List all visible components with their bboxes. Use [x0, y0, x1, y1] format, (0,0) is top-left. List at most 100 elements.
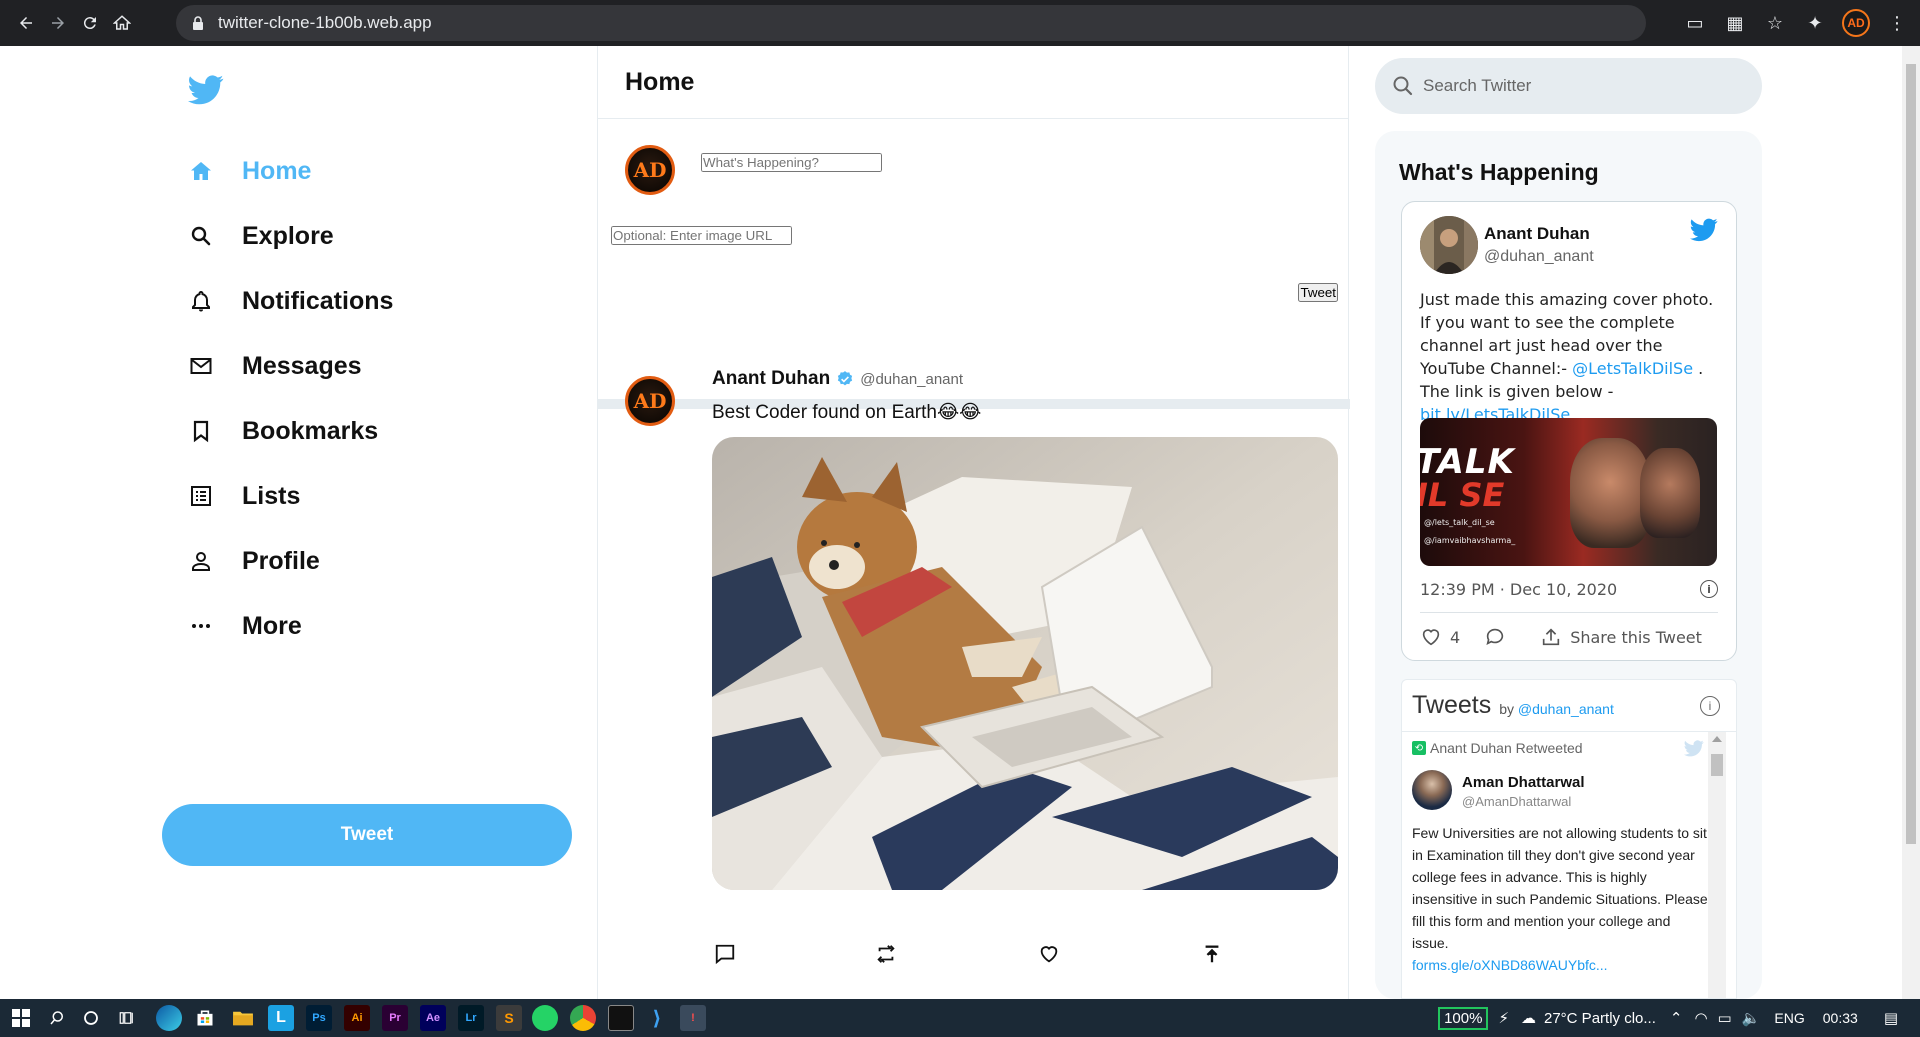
info-icon[interactable]: i	[1700, 580, 1718, 598]
sidebar-item-home[interactable]: Home	[186, 146, 311, 196]
photoshop-icon[interactable]: Ps	[306, 1005, 332, 1031]
clock[interactable]: 00:33	[1823, 1010, 1858, 1026]
timeline-handle-link[interactable]: @duhan_anant	[1518, 701, 1614, 717]
lightshot-icon[interactable]: L	[268, 1005, 294, 1031]
sidebar-item-explore[interactable]: Explore	[186, 211, 334, 261]
cortana-icon[interactable]	[78, 1005, 104, 1031]
sidebar-item-label: Home	[242, 156, 312, 185]
twitter-logo-icon[interactable]	[188, 74, 224, 110]
cast-icon[interactable]: ▭	[1682, 10, 1708, 36]
embed-author-handle[interactable]: @duhan_anant	[1484, 248, 1594, 266]
pinned-app-icon[interactable]: !	[680, 1005, 706, 1031]
upload-icon[interactable]	[1540, 626, 1562, 648]
retweet-icon[interactable]	[873, 941, 899, 967]
retweet-label: ⟲ Anant Duhan Retweeted	[1412, 740, 1708, 756]
embed-timestamp[interactable]: 12:39 PM · Dec 10, 2020	[1420, 580, 1617, 599]
sidebar-item-messages[interactable]: Messages	[186, 341, 362, 391]
sidebar-item-notifications[interactable]: Notifications	[186, 276, 393, 326]
illustrator-icon[interactable]: Ai	[344, 1005, 370, 1031]
weather-text[interactable]: 27°C Partly clo...	[1544, 1010, 1656, 1027]
sidebar-tweet-button[interactable]: Tweet	[162, 804, 572, 866]
chevron-up-icon[interactable]: ⌃	[1670, 1009, 1683, 1027]
qr-icon[interactable]: ▦	[1722, 10, 1748, 36]
post-image[interactable]	[712, 437, 1338, 890]
share-tweet-link[interactable]: Share this Tweet	[1570, 628, 1702, 647]
embed-author-name[interactable]: Anant Duhan	[1484, 224, 1590, 244]
store-icon[interactable]	[192, 1005, 218, 1031]
sidebar-item-profile[interactable]: Profile	[186, 536, 320, 586]
avatar[interactable]	[1420, 216, 1478, 274]
search-bar[interactable]	[1375, 58, 1762, 114]
sidebar-item-more[interactable]: More	[186, 601, 302, 651]
terminal-icon[interactable]	[608, 1005, 634, 1031]
sublime-icon[interactable]: S	[496, 1005, 522, 1031]
twitter-bird-icon[interactable]	[1684, 740, 1704, 758]
search-input[interactable]	[1423, 76, 1723, 96]
widgets: What's Happening Anant Duhan @duhan_anan…	[1375, 46, 1763, 999]
retweet-icon: ⟲	[1412, 741, 1426, 755]
post-author-name: Anant Duhan	[712, 368, 831, 389]
twitter-bird-icon[interactable]	[1690, 218, 1720, 244]
mention-link[interactable]: @LetsTalkDilSe	[1572, 359, 1693, 378]
after-effects-icon[interactable]: Ae	[420, 1005, 446, 1031]
language-indicator[interactable]: ENG	[1774, 1010, 1804, 1026]
timeline-scrollbar[interactable]	[1708, 732, 1726, 998]
tweet-button[interactable]: Tweet	[1298, 283, 1338, 302]
like-icon[interactable]	[1036, 941, 1062, 967]
page-scrollbar[interactable]	[1902, 46, 1920, 999]
reply-bubble-icon[interactable]	[1484, 626, 1506, 648]
edge-icon[interactable]	[156, 1005, 182, 1031]
scroll-up-arrow-icon[interactable]	[1712, 736, 1722, 742]
timeline-author-name[interactable]: Aman Dhattarwal	[1462, 774, 1585, 791]
menu-dots-icon[interactable]: ⋮	[1884, 10, 1910, 36]
feed: Home AD Tweet AD Anant Duhan @duhan_anan…	[597, 46, 1350, 999]
search-icon[interactable]	[44, 1005, 70, 1031]
notifications-icon[interactable]: ▤	[1884, 1009, 1898, 1027]
wifi-icon[interactable]: ◠	[1694, 1009, 1707, 1027]
timeline-author-handle[interactable]: @AmanDhattarwal	[1462, 794, 1571, 809]
scrollbar-thumb[interactable]	[1711, 754, 1723, 776]
lightroom-icon[interactable]: Lr	[458, 1005, 484, 1031]
vscode-icon[interactable]: ⟩	[644, 1005, 670, 1031]
chrome-icon[interactable]	[570, 1005, 596, 1031]
star-icon[interactable]: ☆	[1762, 10, 1788, 36]
info-icon[interactable]: i	[1700, 696, 1720, 716]
embed-image[interactable]: TALK IL SE @/lets_talk_dil_se @/iamvaibh…	[1420, 418, 1717, 566]
sidebar: Home Explore Notifications Messages Book…	[160, 46, 580, 999]
embed-text: Just made this amazing cover photo. If y…	[1420, 290, 1714, 424]
battery-indicator[interactable]: 100%	[1438, 1006, 1489, 1030]
address-bar[interactable]: twitter-clone-1b00b.web.app	[176, 5, 1646, 41]
weather-icon[interactable]: ☁	[1521, 1009, 1536, 1027]
file-explorer-icon[interactable]	[230, 1005, 256, 1031]
heart-icon[interactable]	[1420, 626, 1442, 648]
image-caption-2: @/iamvaibhavsharma_	[1424, 536, 1516, 545]
windows-start-icon[interactable]	[8, 1005, 34, 1031]
profile-avatar[interactable]: AD	[1842, 9, 1870, 37]
embedded-tweet[interactable]: Anant Duhan @duhan_anant Just made this …	[1401, 201, 1737, 661]
whats-happening-panel: What's Happening Anant Duhan @duhan_anan…	[1375, 131, 1762, 999]
sidebar-item-lists[interactable]: Lists	[186, 471, 300, 521]
sidebar-item-bookmarks[interactable]: Bookmarks	[186, 406, 378, 456]
reply-icon[interactable]	[712, 941, 738, 967]
post-avatar[interactable]: AD	[625, 376, 675, 426]
timeline-text: Few Universities are not allowing studen…	[1412, 825, 1708, 973]
widgets-title: What's Happening	[1399, 159, 1599, 185]
sidebar-item-label: Notifications	[242, 286, 394, 315]
tweet-input[interactable]	[701, 153, 882, 172]
home-page-icon[interactable]	[102, 0, 142, 46]
task-view-icon[interactable]	[114, 1005, 140, 1031]
image-url-input[interactable]	[611, 226, 792, 245]
premiere-icon[interactable]: Pr	[382, 1005, 408, 1031]
extensions-icon[interactable]: ✦	[1802, 10, 1828, 36]
share-icon[interactable]	[1199, 941, 1225, 967]
feed-header: Home	[598, 46, 1348, 119]
whatsapp-icon[interactable]	[532, 1005, 558, 1031]
volume-icon[interactable]: 🔈	[1742, 1009, 1761, 1027]
battery-icon[interactable]: ▭	[1718, 1009, 1732, 1027]
timeline-tweet[interactable]: ⟲ Anant Duhan Retweeted Aman Dhattarwal …	[1412, 740, 1708, 998]
search-icon	[186, 221, 216, 251]
avatar[interactable]	[1412, 770, 1452, 810]
form-link[interactable]: forms.gle/oXNBD86WAUYbfc...	[1412, 957, 1608, 973]
scrollbar-thumb[interactable]	[1906, 64, 1916, 844]
url-text: twitter-clone-1b00b.web.app	[218, 13, 432, 32]
